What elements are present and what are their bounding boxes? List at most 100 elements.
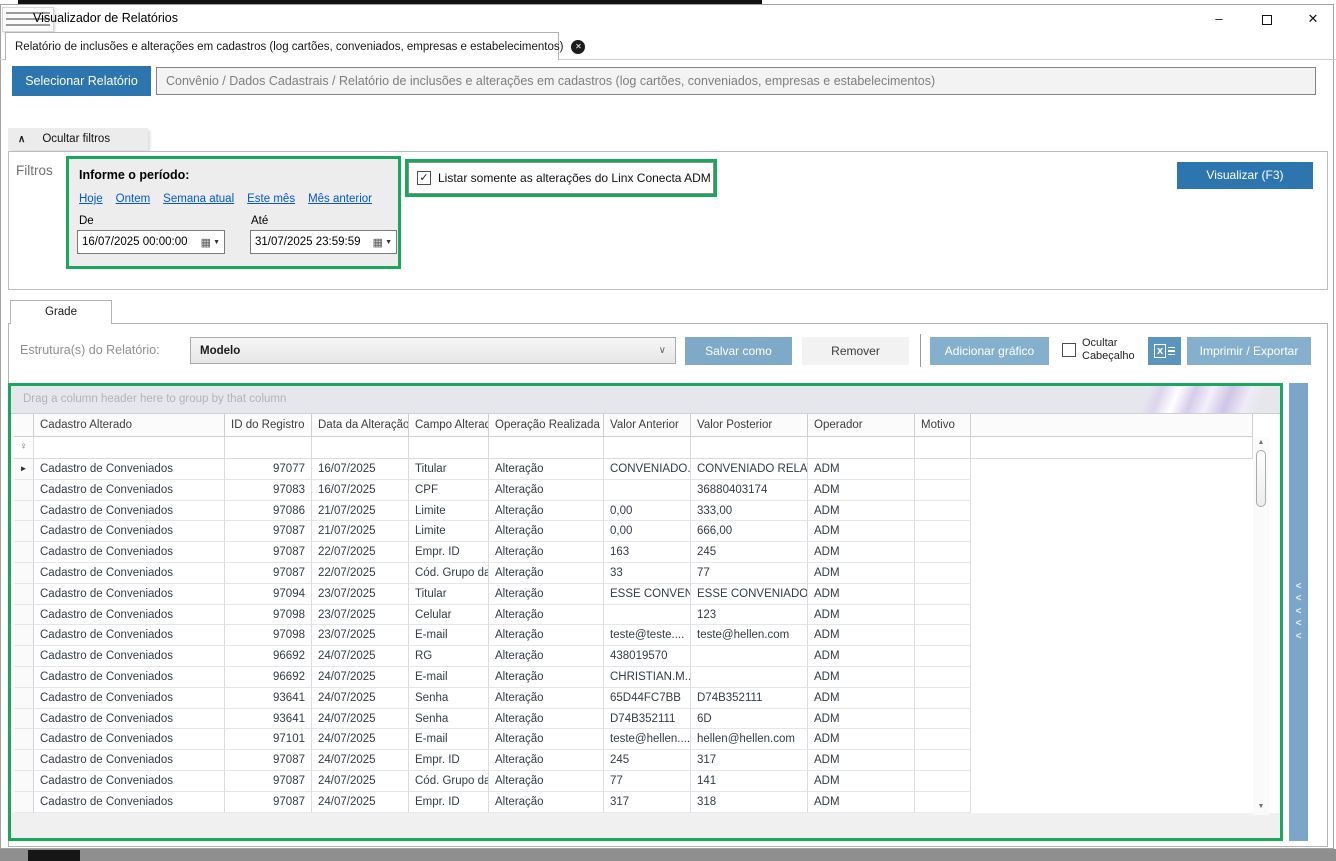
grid-cell[interactable]: 97087 (225, 750, 312, 771)
period-link[interactable]: Semana atual (163, 193, 234, 205)
grid-cell[interactable]: 317 (604, 792, 691, 813)
grid-cell[interactable]: 96692 (225, 667, 312, 688)
grid-cell[interactable]: E-mail (409, 625, 489, 646)
grid-cell[interactable]: 22/07/2025 (312, 542, 409, 563)
grid-cell[interactable]: Alteração (489, 709, 604, 730)
grid-cell[interactable] (604, 480, 691, 501)
grid-cell[interactable]: 97087 (225, 521, 312, 542)
grid-cell[interactable]: Alteração (489, 750, 604, 771)
table-row[interactable]: Cadastro de Conveniados9708724/07/2025Em… (11, 750, 1280, 771)
grid-cell[interactable]: RG (409, 646, 489, 667)
grid-cell[interactable]: Cód. Grupo da E... (409, 771, 489, 792)
table-row[interactable]: Cadastro de Conveniados9710124/07/2025E-… (11, 729, 1280, 750)
grid-cell[interactable]: Senha (409, 709, 489, 730)
hide-header-control[interactable]: Ocultar Cabeçalho (1062, 337, 1144, 363)
close-button[interactable]: ✕ (1298, 8, 1328, 30)
grid-cell[interactable]: ADM (808, 646, 915, 667)
filter-cell[interactable] (489, 437, 604, 459)
grid-cell[interactable]: 97083 (225, 480, 312, 501)
remove-button[interactable]: Remover (802, 337, 909, 365)
grid-cell[interactable]: 93641 (225, 688, 312, 709)
grid-cell[interactable]: 318 (691, 792, 808, 813)
grid-cell[interactable]: 16/07/2025 (312, 459, 409, 480)
grid-cell[interactable]: Alteração (489, 521, 604, 542)
table-row[interactable]: Cadastro de Conveniados9669224/07/2025RG… (11, 646, 1280, 667)
grid-cell[interactable]: 6D (691, 709, 808, 730)
grid-cell[interactable]: 163 (604, 542, 691, 563)
grid-cell[interactable]: ADM (808, 625, 915, 646)
tab-grade[interactable]: Grade (10, 300, 112, 324)
grid-cell[interactable]: Cadastro de Conveniados (34, 605, 225, 626)
grid-cell[interactable]: 0,00 (604, 521, 691, 542)
grid-cell[interactable]: teste@hellen.com (691, 625, 808, 646)
grid-cell[interactable] (915, 501, 971, 522)
grid-cell[interactable]: teste@teste.... (604, 625, 691, 646)
grid-cell[interactable]: Cadastro de Conveniados (34, 688, 225, 709)
grid-cell[interactable]: 97098 (225, 605, 312, 626)
grid-cell[interactable]: CHRISTIAN.M... (604, 667, 691, 688)
tab-close-icon[interactable]: ✕ (571, 40, 585, 54)
grid-cell[interactable]: ADM (808, 521, 915, 542)
grid-cell[interactable]: 23/07/2025 (312, 625, 409, 646)
filter-cell[interactable] (691, 437, 808, 459)
grid-cell[interactable]: 24/07/2025 (312, 667, 409, 688)
column-header[interactable]: Campo Alterado (409, 414, 489, 437)
grid-cell[interactable]: Empr. ID (409, 750, 489, 771)
grid-cell[interactable] (915, 792, 971, 813)
table-row[interactable]: Cadastro de Conveniados9708721/07/2025Li… (11, 521, 1280, 542)
grid-cell[interactable] (604, 605, 691, 626)
column-header[interactable]: Valor Posterior (691, 414, 808, 437)
grid-cell[interactable]: Cadastro de Conveniados (34, 584, 225, 605)
grid-cell[interactable]: E-mail (409, 667, 489, 688)
grid-cell[interactable]: 77 (691, 563, 808, 584)
grid-cell[interactable]: Cadastro de Conveniados (34, 792, 225, 813)
grid-cell[interactable]: ADM (808, 709, 915, 730)
period-link[interactable]: Hoje (79, 193, 103, 205)
grid-cell[interactable]: hellen@hellen.com (691, 729, 808, 750)
grid-cell[interactable]: D74B352111 (691, 688, 808, 709)
scrollbar-thumb[interactable] (1256, 450, 1266, 507)
grid-cell[interactable] (915, 667, 971, 688)
grid-cell[interactable]: 21/07/2025 (312, 501, 409, 522)
grid-cell[interactable]: Alteração (489, 605, 604, 626)
grid-cell[interactable]: 77 (604, 771, 691, 792)
filter-cell[interactable] (225, 437, 312, 459)
filter-cell[interactable] (312, 437, 409, 459)
hide-header-checkbox[interactable] (1062, 343, 1076, 357)
table-row[interactable]: ►Cadastro de Conveniados9707716/07/2025T… (11, 459, 1280, 480)
excel-export-button[interactable]: x (1148, 337, 1181, 365)
grid-cell[interactable] (915, 584, 971, 605)
dropdown-arrow-icon[interactable]: ▼ (385, 239, 392, 246)
filter-cell[interactable] (915, 437, 971, 459)
period-link[interactable]: Ontem (116, 193, 151, 205)
grid-cell[interactable]: Cadastro de Conveniados (34, 667, 225, 688)
grid-cell[interactable]: CONVENIADO RELA... (691, 459, 808, 480)
grid-cell[interactable]: 438019570 (604, 646, 691, 667)
table-row[interactable]: Cadastro de Conveniados9669224/07/2025E-… (11, 667, 1280, 688)
grid-cell[interactable]: Cadastro de Conveniados (34, 563, 225, 584)
grid-cell[interactable]: D74B352111 (604, 709, 691, 730)
grid-cell[interactable]: 666,00 (691, 521, 808, 542)
grid-cell[interactable]: 36880403174 (691, 480, 808, 501)
grid-cell[interactable]: CPF (409, 480, 489, 501)
filter-pin-icon[interactable]: ♀ (14, 437, 34, 459)
grid-cell[interactable]: Alteração (489, 688, 604, 709)
filter-cell[interactable] (604, 437, 691, 459)
print-export-button[interactable]: Imprimir / Exportar (1187, 337, 1311, 365)
grid-cell[interactable]: 24/07/2025 (312, 709, 409, 730)
grid-cell[interactable]: Alteração (489, 792, 604, 813)
grid-cell[interactable]: CONVENIADO... (604, 459, 691, 480)
grid-cell[interactable]: Celular (409, 605, 489, 626)
column-header[interactable]: Operação Realizada (489, 414, 604, 437)
grid-cell[interactable]: teste@hellen.... (604, 729, 691, 750)
grid-cell[interactable]: Cadastro de Conveniados (34, 625, 225, 646)
grid-cell[interactable]: 16/07/2025 (312, 480, 409, 501)
grid-cell[interactable] (915, 729, 971, 750)
grid-cell[interactable]: Alteração (489, 646, 604, 667)
filter-cell[interactable] (409, 437, 489, 459)
table-row[interactable]: Cadastro de Conveniados9708722/07/2025Em… (11, 542, 1280, 563)
grid-cell[interactable]: Cadastro de Conveniados (34, 521, 225, 542)
grid-cell[interactable]: Alteração (489, 729, 604, 750)
calendar-icon[interactable]: ▦ (201, 236, 211, 249)
grid-cell[interactable]: ADM (808, 792, 915, 813)
